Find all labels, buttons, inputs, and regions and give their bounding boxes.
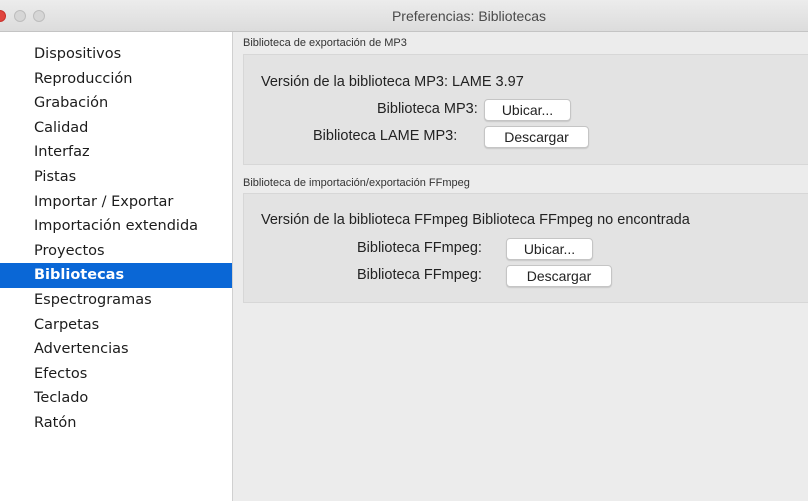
sidebar-item-bibliotecas[interactable]: Bibliotecas [0,263,232,288]
sidebar-item-importacion-extendida[interactable]: Importación extendida [0,214,232,239]
mp3-library-label: Biblioteca MP3: [377,101,478,117]
sidebar-item-teclado[interactable]: Teclado [0,386,232,411]
ffmpeg-version-value: Biblioteca FFmpeg no encontrada [472,212,690,228]
sidebar-item-raton[interactable]: Ratón [0,411,232,436]
sidebar-item-proyectos[interactable]: Proyectos [0,239,232,264]
lame-mp3-library-label: Biblioteca LAME MP3: [313,128,458,144]
ffmpeg-locate-button[interactable]: Ubicar... [506,238,593,260]
mp3-version-value: LAME 3.97 [452,74,524,90]
lame-download-button[interactable]: Descargar [484,126,589,148]
sidebar-item-interfaz[interactable]: Interfaz [0,140,232,165]
mp3-locate-button[interactable]: Ubicar... [484,99,571,121]
mp3-version-label: Versión de la biblioteca MP3: [261,74,448,90]
sidebar-item-advertencias[interactable]: Advertencias [0,337,232,362]
mp3-group-box: Versión de la biblioteca MP3: LAME 3.97 … [243,54,808,165]
ffmpeg-version-row: Versión de la biblioteca FFmpeg Bibliote… [261,212,690,228]
title-bar: Preferencias: Bibliotecas [0,0,808,32]
sidebar-item-dispositivos[interactable]: Dispositivos [0,42,232,67]
ffmpeg-library-label: Biblioteca FFmpeg: [357,240,482,256]
ffmpeg-section-header: Biblioteca de importación/exportación FF… [243,177,470,189]
window-title: Preferencias: Bibliotecas [391,8,547,24]
ffmpeg-library-label-2: Biblioteca FFmpeg: [357,267,482,283]
mp3-section-header: Biblioteca de exportación de MP3 [243,37,407,49]
preferences-sidebar: Dispositivos Reproducción Grabación Cali… [0,32,233,501]
mp3-version-row: Versión de la biblioteca MP3: LAME 3.97 [261,74,524,90]
sidebar-item-grabacion[interactable]: Grabación [0,91,232,116]
sidebar-item-carpetas[interactable]: Carpetas [0,313,232,338]
sidebar-item-espectrogramas[interactable]: Espectrogramas [0,288,232,313]
preferences-content-panel: Biblioteca de exportación de MP3 Versión… [233,32,808,501]
ffmpeg-group-box: Versión de la biblioteca FFmpeg Bibliote… [243,193,808,303]
ffmpeg-version-label: Versión de la biblioteca FFmpeg [261,212,469,228]
sidebar-item-pistas[interactable]: Pistas [0,165,232,190]
sidebar-item-reproduccion[interactable]: Reproducción [0,67,232,92]
sidebar-item-importar-exportar[interactable]: Importar / Exportar [0,190,232,215]
sidebar-item-efectos[interactable]: Efectos [0,362,232,387]
ffmpeg-download-button[interactable]: Descargar [506,265,612,287]
sidebar-item-calidad[interactable]: Calidad [0,116,232,141]
